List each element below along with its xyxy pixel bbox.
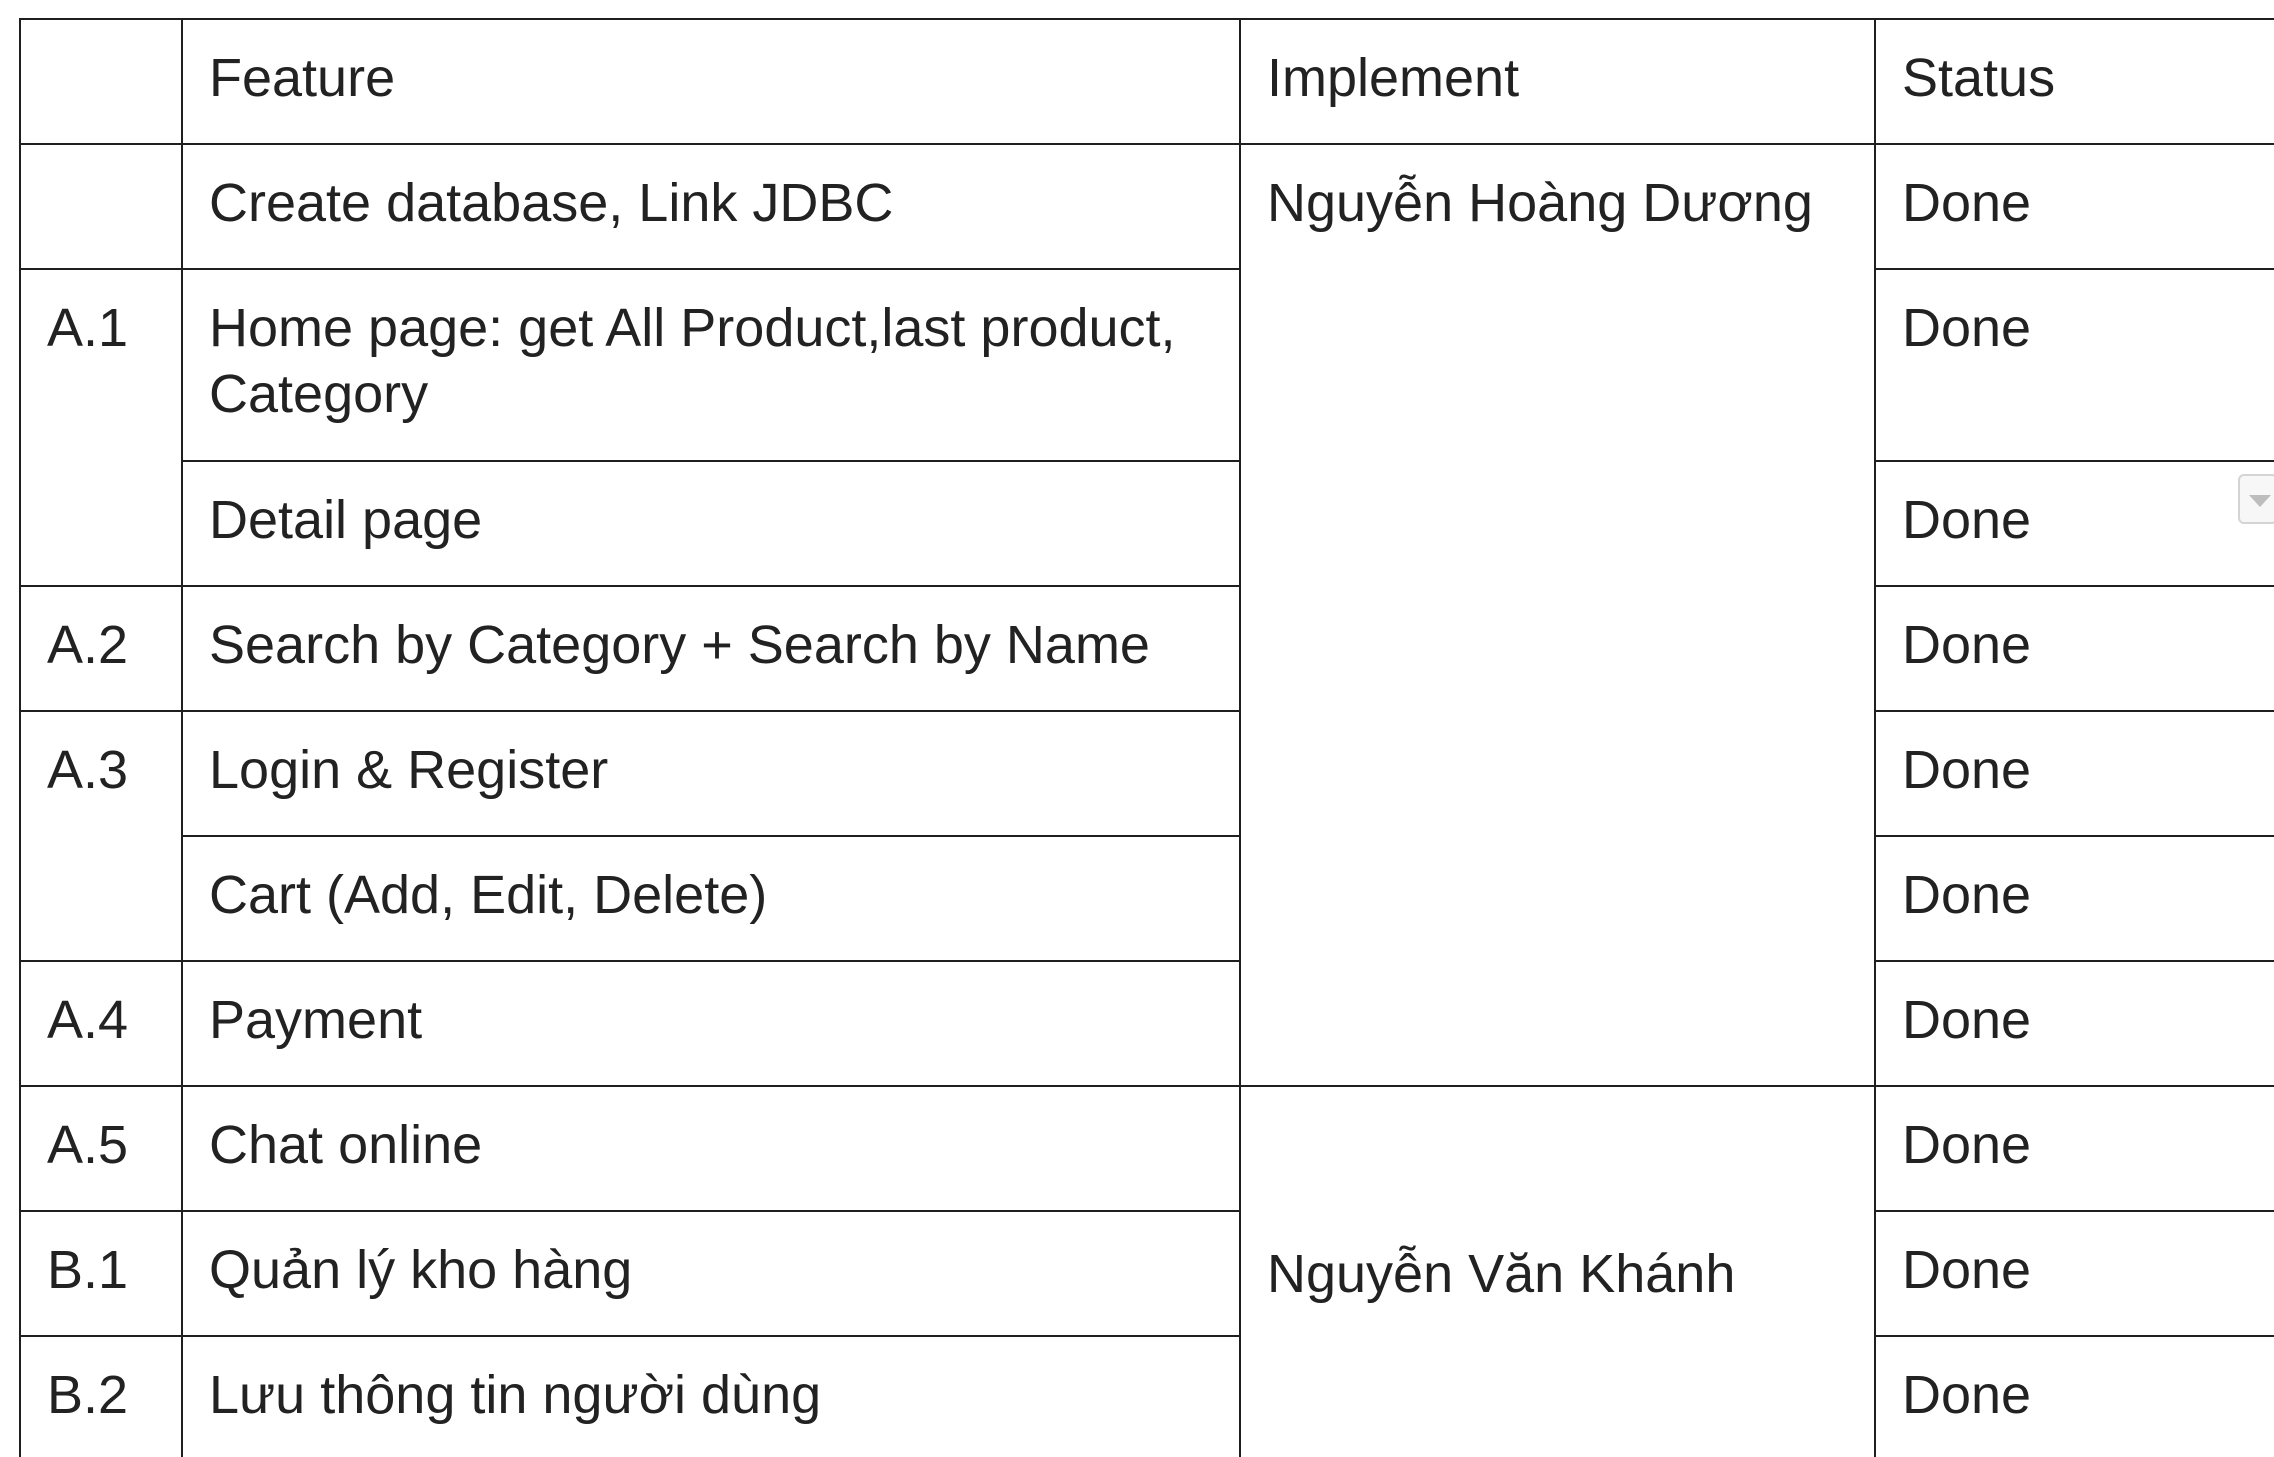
table-row: B.1 Quản lý kho hàng Done xyxy=(19,1210,2274,1337)
feature-table: Feature Implement Status Create database… xyxy=(19,18,2274,1457)
table-row: Create database, Link JDBC Nguyễn Hoàng … xyxy=(19,143,2274,1087)
document-page: Feature Implement Status Create database… xyxy=(0,0,2274,1457)
chevron-down-icon xyxy=(2249,495,2271,507)
row-status: Done xyxy=(1874,1085,2274,1212)
table-row: A.3 Login & Register Done xyxy=(19,710,2274,962)
row-feature: Quản lý kho hàng xyxy=(181,1210,1241,1337)
row-feature: Chat online xyxy=(181,1085,1241,1212)
table-row: B.2 Lưu thông tin người dùng Done xyxy=(19,1335,2274,1457)
header-implement: Implement xyxy=(1239,18,1876,145)
header-code xyxy=(19,18,183,145)
row-status: Done xyxy=(1874,1210,2274,1337)
table-row: Cart (Add, Edit, Delete) Done xyxy=(20,835,2274,962)
table-header-row: Feature Implement Status xyxy=(19,18,2274,145)
row-feature: Login & Register xyxy=(181,710,1241,837)
row-status[interactable]: Done xyxy=(1874,460,2274,587)
header-status: Status xyxy=(1874,18,2274,145)
table-row: A.2 Search by Category + Search by Name … xyxy=(19,585,2274,712)
status-dropdown-button[interactable] xyxy=(2238,474,2274,524)
row-feature: Home page: get All Product,last product,… xyxy=(181,268,1241,462)
row-feature: Lưu thông tin người dùng xyxy=(181,1335,1241,1457)
header-feature: Feature xyxy=(181,18,1241,145)
table-row: A.5 Chat online Nguyễn Văn Khánh Done xyxy=(19,1085,2274,1457)
table-row: A.1 Home page: get All Product,last prod… xyxy=(19,268,2274,587)
table-row: Detail page Done xyxy=(20,460,2274,587)
row-status: Done xyxy=(1874,143,2274,270)
row-status: Done xyxy=(1874,960,2274,1087)
row-code: A.3 xyxy=(19,710,183,962)
row-feature: Detail page xyxy=(181,460,1241,587)
row-status: Done xyxy=(1874,710,2274,837)
row-feature: Search by Category + Search by Name xyxy=(181,585,1241,712)
row-code: A.4 xyxy=(19,960,183,1087)
row-status: Done xyxy=(1874,585,2274,712)
row-code xyxy=(19,143,183,270)
row-feature: Payment xyxy=(181,960,1241,1087)
row-status: Done xyxy=(1874,268,2274,462)
table-row: A.4 Payment Done xyxy=(19,960,2274,1087)
implementer-cell: Nguyễn Hoàng Dương xyxy=(1239,143,1876,1087)
row-code: A.1 xyxy=(19,268,183,587)
row-code: A.5 xyxy=(19,1085,183,1212)
row-feature: Create database, Link JDBC xyxy=(181,143,1241,270)
implementer-cell: Nguyễn Văn Khánh xyxy=(1239,1085,1876,1457)
row-feature: Cart (Add, Edit, Delete) xyxy=(181,835,1241,962)
row-code: B.1 xyxy=(19,1210,183,1337)
row-status: Done xyxy=(1874,1335,2274,1457)
row-code: A.2 xyxy=(19,585,183,712)
row-code: B.2 xyxy=(19,1335,183,1457)
row-status: Done xyxy=(1874,835,2274,962)
